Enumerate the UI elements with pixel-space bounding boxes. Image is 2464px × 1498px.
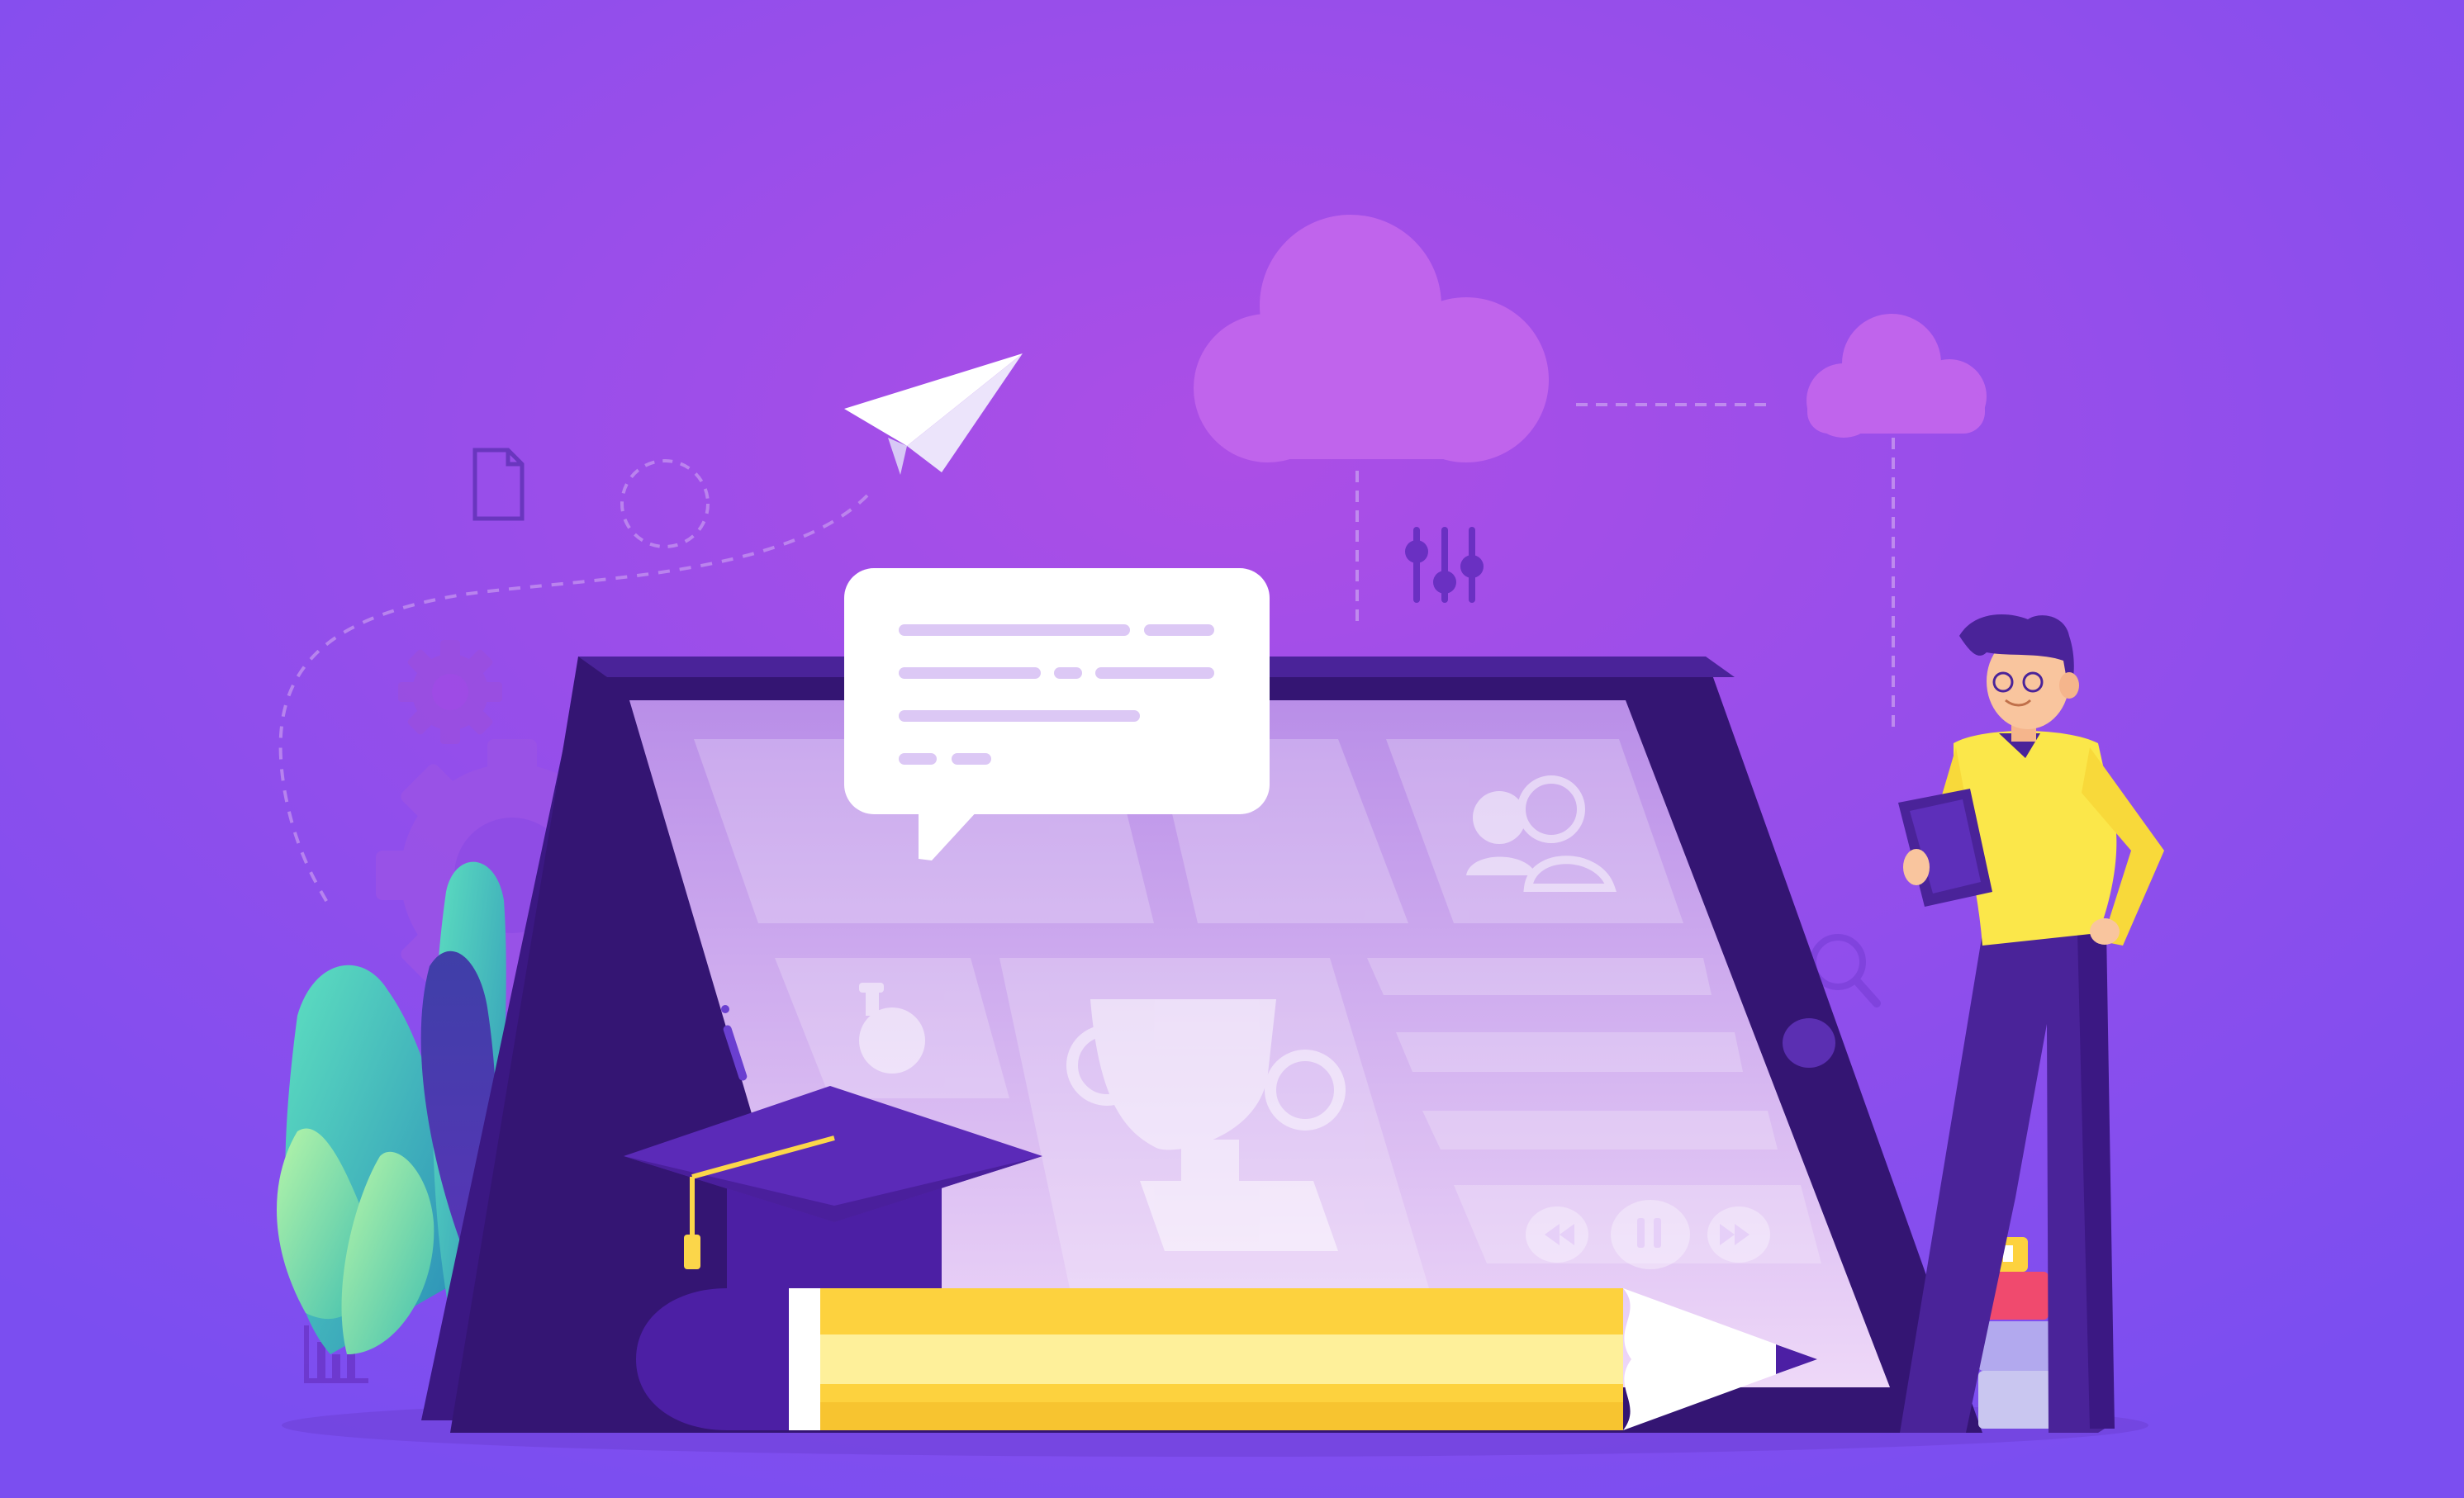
pencil-icon	[636, 1288, 1817, 1430]
illustration-canvas	[0, 0, 2464, 1498]
man-hand	[1903, 849, 1930, 885]
education-illustration	[0, 0, 2464, 1498]
tablet-home-button	[1783, 1018, 1835, 1068]
man-hip-hand	[2090, 918, 2120, 945]
sliders-icon	[1405, 527, 1484, 603]
media-controls	[1526, 1200, 1770, 1269]
tablet-camera	[721, 1005, 729, 1013]
gear-icon	[398, 640, 502, 744]
pause-icon	[1611, 1200, 1690, 1269]
